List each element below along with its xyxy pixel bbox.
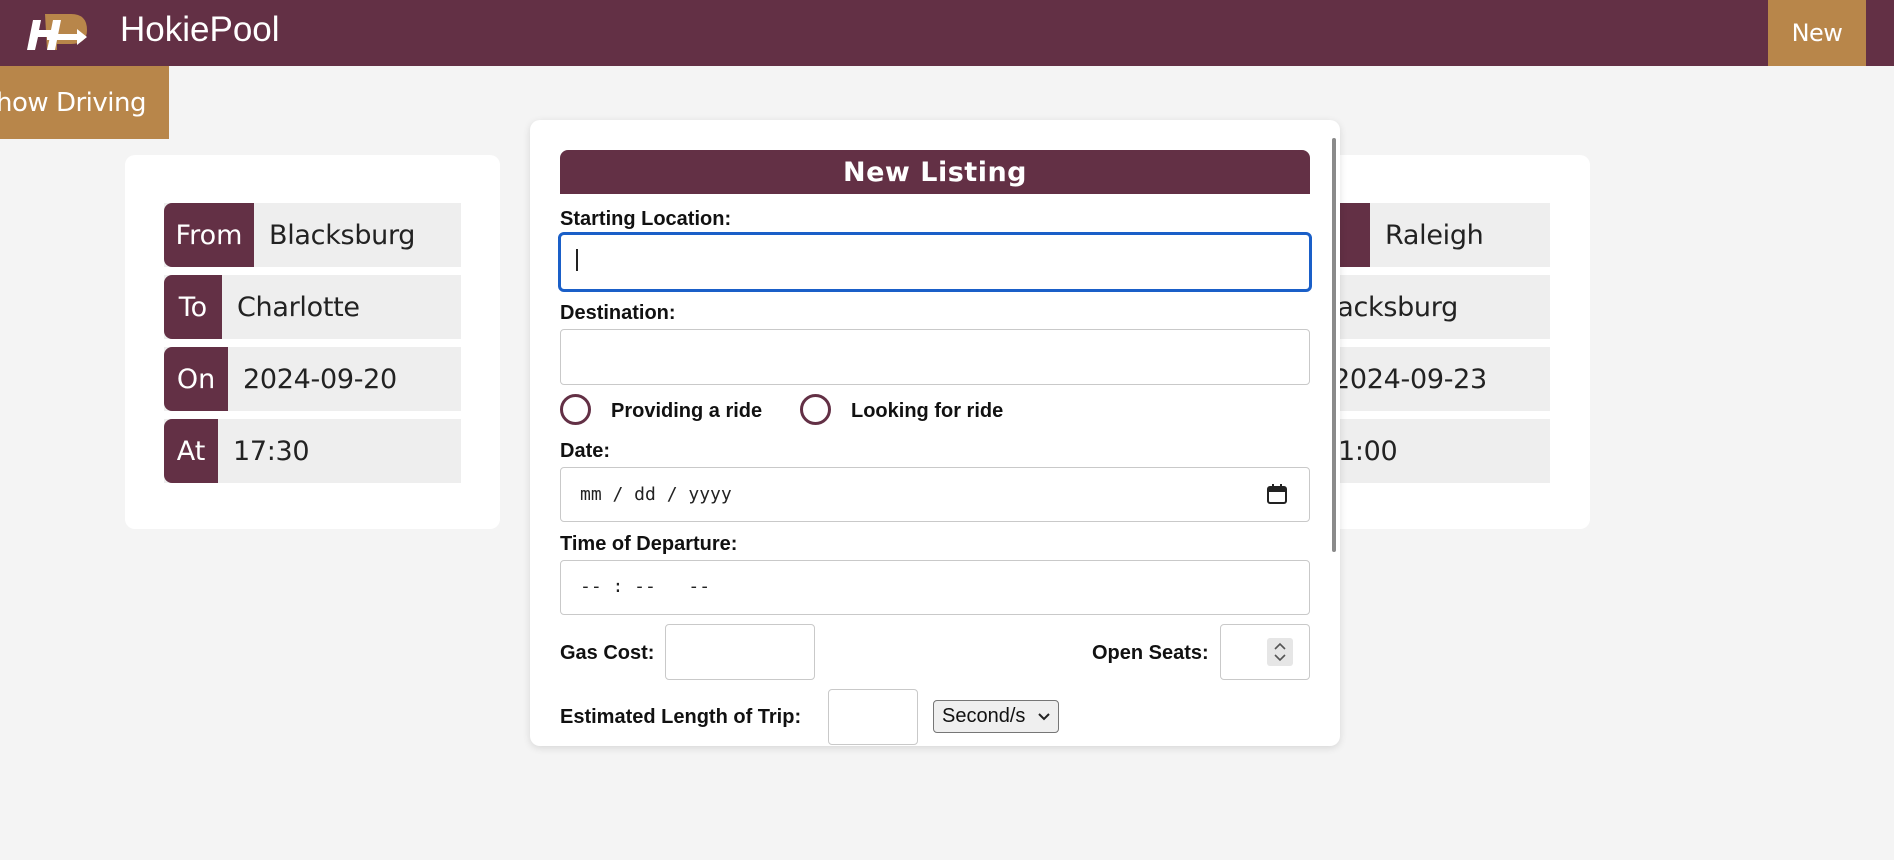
- gas-cost-input[interactable]: [665, 624, 815, 680]
- gas-cost-label: Gas Cost:: [560, 642, 655, 664]
- trip-length-input[interactable]: [828, 689, 918, 745]
- providing-ride-label[interactable]: Providing a ride: [611, 400, 762, 423]
- trip-length-label: Estimated Length of Trip:: [560, 706, 802, 728]
- trip-unit-select[interactable]: Second/s: [933, 700, 1059, 733]
- card-value-on: 2024-09-20: [243, 363, 397, 395]
- ride-card[interactable]: From Blacksburg To Charlotte On 2024-09-…: [125, 155, 500, 529]
- card-row-on: On 2024-09-20: [164, 347, 461, 411]
- looking-ride-radio[interactable]: [800, 394, 831, 425]
- card-key-to: To: [164, 275, 222, 339]
- card-row-at: At 17:30: [164, 419, 461, 483]
- text-caret: [576, 249, 578, 271]
- time-input[interactable]: -- : -- --: [560, 560, 1310, 615]
- top-navbar: HokiePool New: [0, 0, 1894, 66]
- starting-location-label: Starting Location:: [560, 208, 732, 230]
- card-row-from: From Blacksburg: [164, 203, 461, 267]
- brand-title[interactable]: HokiePool: [120, 10, 280, 50]
- date-label: Date:: [560, 440, 611, 462]
- open-seats-label: Open Seats:: [1092, 642, 1209, 664]
- chevron-down-icon: [1038, 712, 1051, 720]
- card-row-at: 1:00: [1330, 419, 1550, 483]
- card-value-to: Charlotte: [237, 291, 360, 323]
- time-placeholder: -- : -- --: [580, 576, 711, 597]
- modal-title: New Listing: [560, 150, 1310, 194]
- card-value-to: lacksburg: [1330, 291, 1458, 323]
- card-value-from: Blacksburg: [269, 219, 416, 251]
- card-row-from: Raleigh: [1330, 203, 1550, 267]
- card-key-at: At: [164, 419, 218, 483]
- hokiepool-logo[interactable]: [27, 10, 91, 54]
- card-row-to: To Charlotte: [164, 275, 461, 339]
- card-row-to: lacksburg: [1330, 275, 1550, 339]
- looking-ride-label[interactable]: Looking for ride: [851, 400, 1003, 423]
- open-seats-input[interactable]: [1220, 624, 1310, 680]
- spinner-arrows-icon: [1274, 642, 1286, 662]
- card-value-from: Raleigh: [1385, 219, 1484, 251]
- time-label: Time of Departure:: [560, 533, 738, 555]
- destination-input[interactable]: [560, 329, 1310, 385]
- card-key-from: From: [164, 203, 254, 267]
- show-driving-button[interactable]: show Driving: [0, 66, 169, 139]
- starting-location-input[interactable]: [558, 232, 1312, 292]
- card-value-on: 2024-09-23: [1333, 363, 1487, 395]
- card-key-on: On: [164, 347, 228, 411]
- date-placeholder: mm / dd / yyyy: [580, 484, 732, 505]
- new-listing-button[interactable]: New: [1768, 0, 1866, 66]
- card-value-at: 1:00: [1338, 435, 1398, 467]
- number-spinner[interactable]: [1267, 638, 1293, 666]
- new-listing-modal: New Listing Starting Location: Destinati…: [530, 120, 1340, 746]
- modal-scrollbar[interactable]: [1332, 138, 1336, 552]
- calendar-icon[interactable]: [1266, 483, 1288, 505]
- card-row-on: 2024-09-23: [1330, 347, 1550, 411]
- date-input[interactable]: mm / dd / yyyy: [560, 467, 1310, 522]
- providing-ride-radio[interactable]: [560, 394, 591, 425]
- card-value-at: 17:30: [233, 435, 310, 467]
- trip-unit-value: Second/s: [942, 705, 1026, 727]
- destination-label: Destination:: [560, 302, 676, 324]
